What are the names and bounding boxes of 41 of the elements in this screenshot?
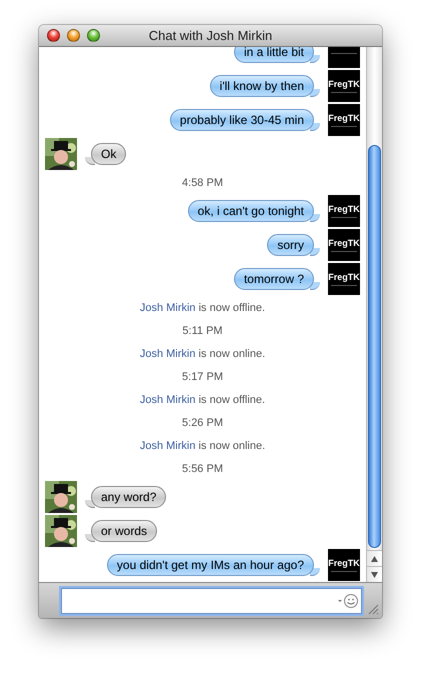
timestamp: 5:26 PM	[182, 416, 223, 428]
avatar-text: FregTK	[328, 558, 360, 568]
zoom-button[interactable]	[87, 29, 100, 42]
contact-link[interactable]: Josh Mirkin	[140, 348, 196, 360]
avatar-text: FregTK	[328, 114, 360, 122]
avatar-text: FregTK	[328, 80, 360, 88]
close-button[interactable]	[47, 29, 60, 42]
sent-message: ok, i can't go tonight	[188, 200, 320, 222]
window-title: Chat with Josh Mirkin	[148, 28, 272, 43]
status-message: Josh Mirkin is now online.	[140, 440, 266, 452]
message-input-field[interactable]	[61, 588, 362, 614]
sent-message: tomorrow ?	[234, 268, 320, 290]
received-message: or words	[85, 520, 158, 542]
sent-message: probably like 30-45 min	[170, 109, 320, 131]
received-message: any word?	[85, 486, 166, 508]
timestamp: 5:56 PM	[182, 462, 223, 474]
timestamp: 4:58 PM	[182, 176, 223, 188]
timestamp: 5:11 PM	[182, 324, 223, 336]
sent-message: you didn't get my IMs an hour ago?	[106, 554, 320, 576]
contact-link[interactable]: Josh Mirkin	[140, 302, 196, 314]
avatar-text: FregTK	[328, 204, 360, 214]
status-message: Josh Mirkin is now offline.	[140, 302, 266, 314]
down-arrow-icon	[371, 572, 378, 578]
status-message: Josh Mirkin is now offline.	[140, 394, 266, 406]
minimize-button[interactable]	[67, 29, 80, 42]
scroll-down-button[interactable]	[367, 566, 382, 582]
received-message: Ok	[85, 143, 126, 165]
contact-link[interactable]: Josh Mirkin	[140, 440, 196, 452]
sent-message: i'll know by then	[210, 75, 320, 97]
scroll-up-button[interactable]	[367, 550, 382, 566]
status-message: Josh Mirkin is now online.	[140, 348, 266, 360]
smiley-icon[interactable]	[337, 592, 359, 608]
scrollbar[interactable]	[366, 47, 382, 582]
contact-link[interactable]: Josh Mirkin	[140, 394, 196, 406]
sent-message: sorry	[267, 234, 320, 256]
avatar-text: FregTK	[328, 238, 360, 248]
avatar-text: FregTK	[328, 272, 360, 282]
up-arrow-icon	[371, 556, 378, 562]
timestamp: 5:17 PM	[182, 370, 223, 382]
resize-grip-icon[interactable]	[368, 604, 379, 615]
scroll-thumb[interactable]	[368, 145, 381, 548]
